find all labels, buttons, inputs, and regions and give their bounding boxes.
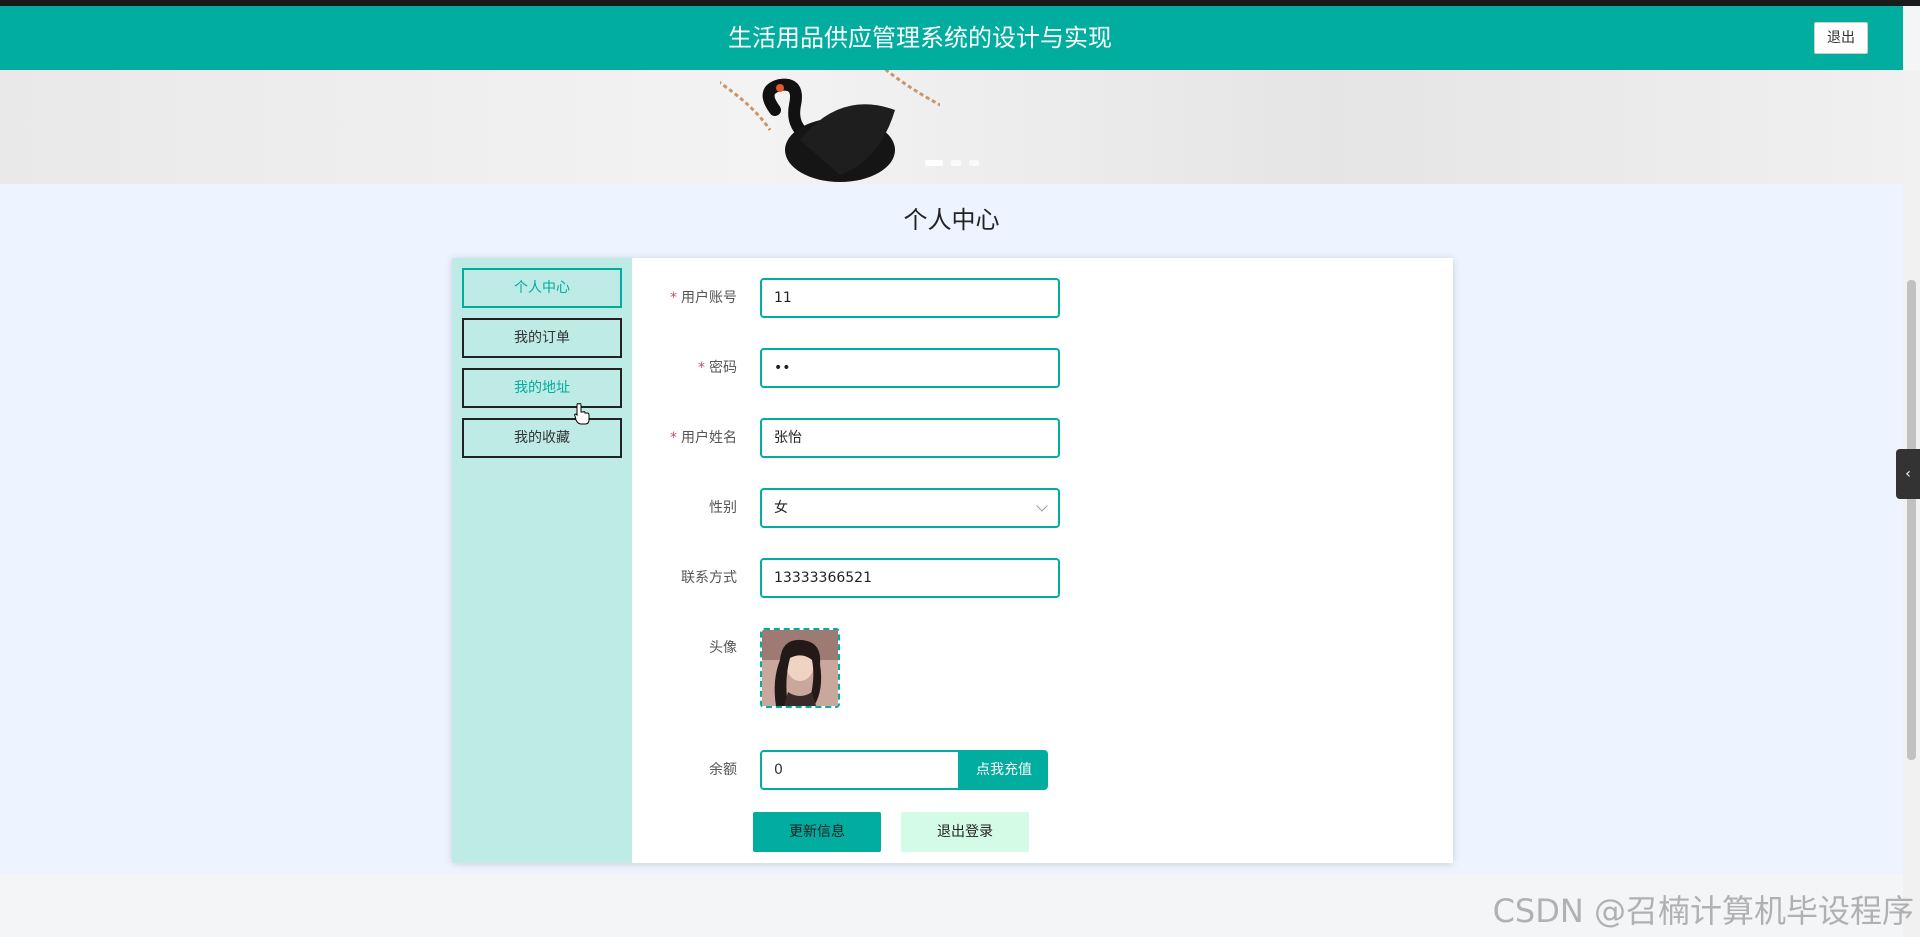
logout-button[interactable]: 退出登录 [901,812,1029,852]
carousel-dot[interactable] [951,160,961,166]
gender-label: 性别 [709,500,737,516]
hand-cursor-icon [574,403,590,425]
form-row-balance: 余额 0 点我充值 [632,750,1453,790]
form-row-gender: 性别 女 [632,488,1453,528]
form-row-password: * 密码 •• [632,348,1453,388]
sidebar-item-orders[interactable]: 我的订单 [462,318,622,358]
sidebar-item-favorites[interactable]: 我的收藏 [462,418,622,458]
banner-carousel[interactable] [0,70,1903,184]
avatar-upload[interactable] [760,628,840,708]
form-row-phone: 联系方式 13333366521 [632,558,1453,598]
password-label: * 密码 [698,360,737,376]
chevron-left-icon[interactable]: ‹ [1896,449,1920,499]
username-label: * 用户账号 [670,290,737,306]
profile-sidebar: 个人中心 我的订单 我的地址 我的收藏 [452,258,632,863]
scroll-thumb[interactable] [1907,280,1916,760]
swan-necklace-image [720,70,940,182]
csdn-watermark: CSDN @召楠计算机毕设程序 [1492,892,1914,930]
sidebar-item-address[interactable]: 我的地址 [462,368,622,408]
header-logout-button[interactable]: 退出 [1814,22,1868,54]
carousel-dot[interactable] [969,160,979,166]
chevron-down-icon [1036,500,1048,512]
phone-input[interactable]: 13333366521 [760,558,1060,598]
avatar-label: 头像 [709,640,737,656]
app-header: 生活用品供应管理系统的设计与实现 退出 [0,6,1903,70]
update-info-button[interactable]: 更新信息 [753,812,881,852]
form-row-avatar: 头像 [632,628,1453,708]
realname-input[interactable]: 张怡 [760,418,1060,458]
sidebar-item-profile[interactable]: 个人中心 [462,268,622,308]
username-input[interactable]: 11 [760,278,1060,318]
gender-selected-value: 女 [774,500,788,516]
carousel-indicators [925,160,979,166]
carousel-dot[interactable] [925,160,943,166]
balance-input[interactable]: 0 [760,750,960,790]
form-row-realname: * 用户姓名 张怡 [632,418,1453,458]
page-scrollbar[interactable] [1903,70,1920,937]
gender-select[interactable]: 女 [760,488,1060,528]
form-row-username: * 用户账号 11 [632,278,1453,318]
profile-panel: 个人中心 我的订单 我的地址 我的收藏 * 用户账号 11 * 密码 •• * 用户姓… [452,258,1453,863]
app-title: 生活用品供应管理系统的设计与实现 [728,24,1112,52]
password-input[interactable]: •• [760,348,1060,388]
phone-label: 联系方式 [681,570,737,586]
page-title: 个人中心 [903,206,1000,234]
recharge-button[interactable]: 点我充值 [960,750,1048,790]
realname-label: * 用户姓名 [670,430,737,446]
balance-label: 余额 [709,762,737,778]
avatar [762,630,838,706]
